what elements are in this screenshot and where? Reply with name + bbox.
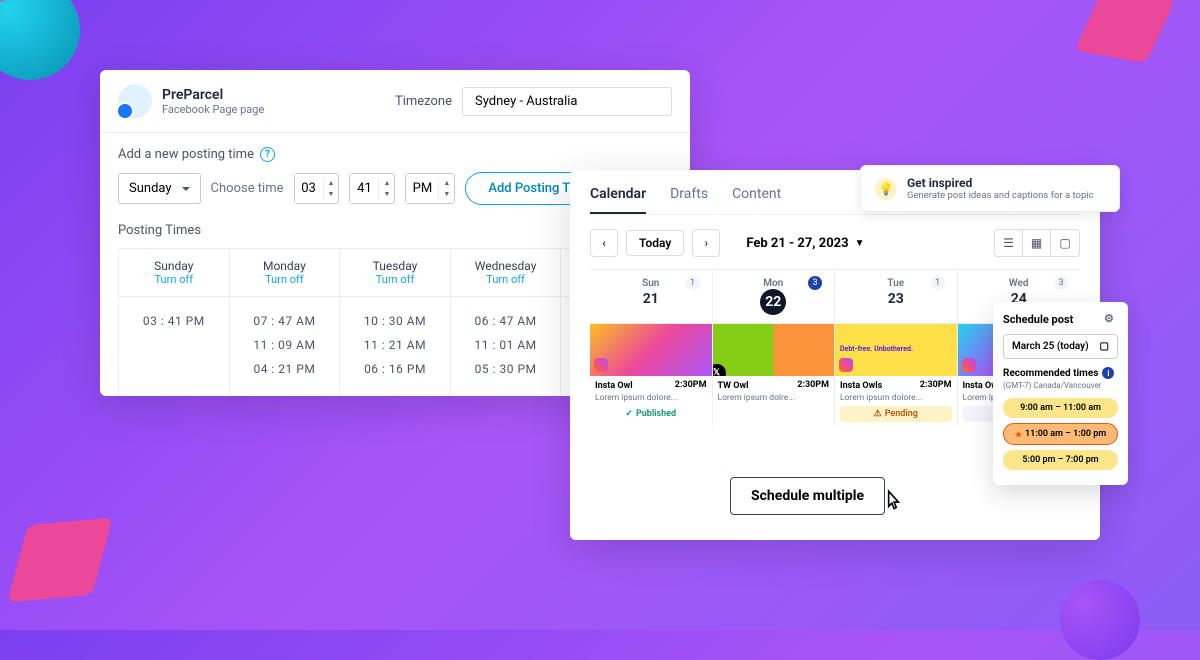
minute-stepper[interactable]: ▲▼ <box>349 173 395 204</box>
time-chip-recommended[interactable]: 11:00 am – 1:00 pm <box>1003 423 1118 445</box>
schedule-date-input[interactable]: March 25 (today)▢ <box>1003 334 1118 359</box>
turn-off-link[interactable]: Turn off <box>236 273 334 286</box>
list-view-icon[interactable]: ☰ <box>995 230 1023 256</box>
deco-sphere-ring <box>0 0 80 80</box>
posting-times-heading: Posting Times <box>118 223 201 238</box>
choose-time-label: Choose time <box>211 181 284 196</box>
info-icon[interactable]: i <box>1102 367 1114 379</box>
post-card[interactable]: Insta Owl2:30PMLorem ipsum dolore...✓ Pu… <box>590 324 713 426</box>
page-title: PreParcel <box>162 87 264 103</box>
tab-calendar[interactable]: Calendar <box>590 186 646 214</box>
time-chip[interactable]: 9:00 am – 11:00 am <box>1003 398 1118 418</box>
tab-content[interactable]: Content <box>732 186 781 214</box>
next-week-button[interactable]: › <box>692 229 720 257</box>
page-subtitle: Facebook Page page <box>162 103 264 116</box>
hour-stepper[interactable]: ▲▼ <box>294 173 340 204</box>
today-button[interactable]: Today <box>626 230 684 256</box>
turn-off-link[interactable]: Turn off <box>125 273 223 286</box>
help-icon[interactable]: ? <box>260 147 275 162</box>
schedule-multiple-button[interactable]: Schedule multiple <box>730 477 885 515</box>
prev-week-button[interactable]: ‹ <box>590 229 618 257</box>
date-range[interactable]: Feb 21 - 27, 2023▼ <box>746 236 864 251</box>
timezone-label: Timezone <box>395 94 452 109</box>
card-header: PreParcel Facebook Page page Timezone <box>100 70 690 133</box>
day-select[interactable]: Sunday <box>118 173 201 204</box>
time-chip[interactable]: 5:00 pm – 7:00 pm <box>1003 450 1118 470</box>
ampm-stepper[interactable]: ▲▼ <box>405 173 455 204</box>
post-card[interactable]: 𝕏 TW Owl2:30PMLorem ipsum dolre... <box>713 324 836 426</box>
cursor-icon <box>880 488 906 520</box>
deco-sphere-purple <box>1060 580 1140 660</box>
panel-timezone: (GMT-7) Canada/Vancouver <box>1003 381 1118 390</box>
timezone-select[interactable] <box>462 87 672 116</box>
tab-drafts[interactable]: Drafts <box>670 186 708 214</box>
gear-icon[interactable]: ⚙ <box>1104 312 1118 326</box>
schedule-post-panel: Schedule post⚙ March 25 (today)▢ Recomme… <box>993 302 1128 485</box>
calendar-view-icon[interactable]: ▢ <box>1051 230 1079 256</box>
x-twitter-icon: 𝕏 <box>713 364 726 376</box>
instagram-icon <box>839 358 853 372</box>
deco-cube-pink-bl <box>7 518 113 603</box>
calendar-card: 💡 Get inspired Generate post ideas and c… <box>570 170 1100 540</box>
calendar-icon: ▢ <box>1100 341 1109 352</box>
grid-view-icon[interactable]: ▦ <box>1023 230 1051 256</box>
turn-off-link[interactable]: Turn off <box>457 273 555 286</box>
get-inspired-tooltip[interactable]: 💡 Get inspired Generate post ideas and c… <box>860 165 1120 212</box>
post-card[interactable]: Debt-free. Unbothered. Insta Owls2:30PML… <box>835 324 958 426</box>
turn-off-link[interactable]: Turn off <box>346 273 444 286</box>
instagram-icon <box>962 358 976 372</box>
instagram-icon <box>594 358 608 372</box>
lightbulb-icon: 💡 <box>875 178 897 200</box>
add-posting-label: Add a new posting time ? <box>118 147 672 162</box>
deco-cube-pink <box>1075 0 1176 63</box>
page-avatar <box>118 84 152 118</box>
